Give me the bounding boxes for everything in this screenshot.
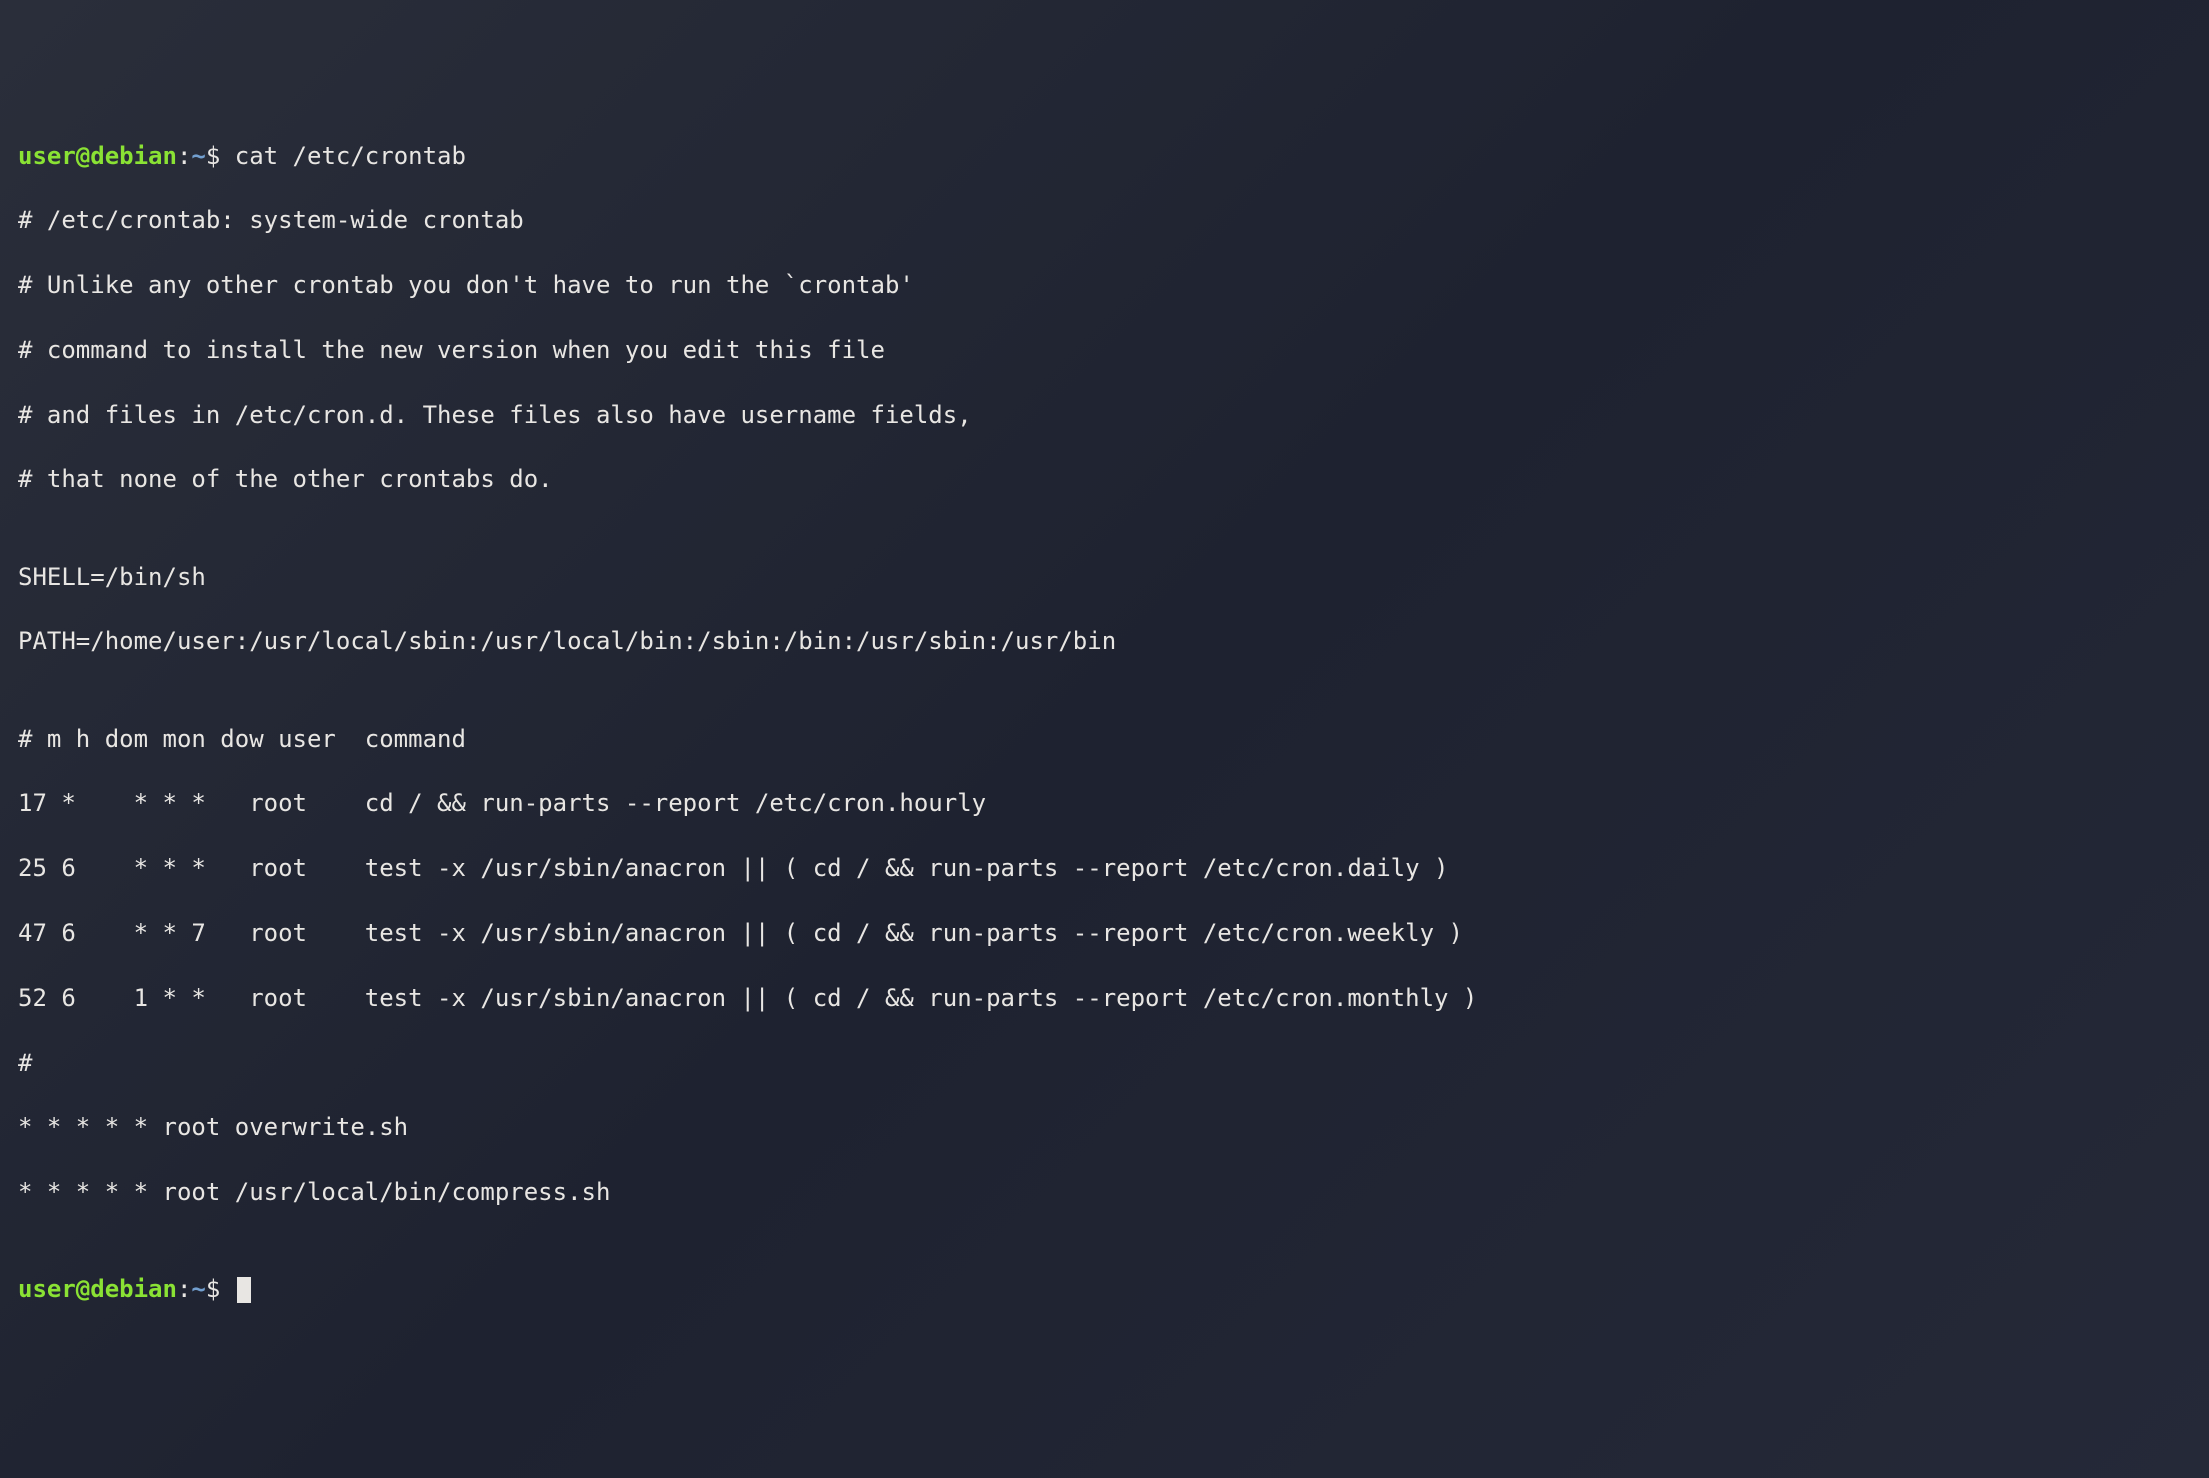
prompt-user-text: user xyxy=(18,142,76,170)
output-line: # xyxy=(18,1047,2191,1079)
output-line: # m h dom mon dow user command xyxy=(18,723,2191,755)
output-line: SHELL=/bin/sh xyxy=(18,561,2191,593)
prompt-host: debian xyxy=(90,1275,177,1303)
terminal-prompt-line-2[interactable]: user@debian:~$ xyxy=(18,1273,2191,1305)
prompt-host: debian xyxy=(90,142,177,170)
output-line: 17 * * * * root cd / && run-parts --repo… xyxy=(18,787,2191,819)
prompt-dollar: $ xyxy=(206,142,220,170)
command-text: cat /etc/crontab xyxy=(220,142,466,170)
prompt-dollar: $ xyxy=(206,1275,220,1303)
prompt-at: @ xyxy=(76,142,90,170)
prompt-user-text: user xyxy=(18,1275,76,1303)
prompt-path: ~ xyxy=(191,1275,205,1303)
output-line: 47 6 * * 7 root test -x /usr/sbin/anacro… xyxy=(18,917,2191,949)
output-line: 52 6 1 * * root test -x /usr/sbin/anacro… xyxy=(18,982,2191,1014)
output-line: 25 6 * * * root test -x /usr/sbin/anacro… xyxy=(18,852,2191,884)
prompt-path: ~ xyxy=(191,142,205,170)
output-line: # that none of the other crontabs do. xyxy=(18,463,2191,495)
terminal-prompt-line-1[interactable]: user@debian:~$ cat /etc/crontab xyxy=(18,140,2191,172)
output-line: * * * * * root /usr/local/bin/compress.s… xyxy=(18,1176,2191,1208)
prompt-sep: : xyxy=(177,1275,191,1303)
output-line: # Unlike any other crontab you don't hav… xyxy=(18,269,2191,301)
output-line: * * * * * root overwrite.sh xyxy=(18,1111,2191,1143)
output-line: # and files in /etc/cron.d. These files … xyxy=(18,399,2191,431)
prompt-at: @ xyxy=(76,1275,90,1303)
output-line: PATH=/home/user:/usr/local/sbin:/usr/loc… xyxy=(18,625,2191,657)
cursor-icon xyxy=(237,1277,251,1303)
prompt-user: user@debian xyxy=(18,142,177,170)
prompt-sep: : xyxy=(177,142,191,170)
prompt-user: user@debian xyxy=(18,1275,177,1303)
output-line: # /etc/crontab: system-wide crontab xyxy=(18,204,2191,236)
output-line: # command to install the new version whe… xyxy=(18,334,2191,366)
